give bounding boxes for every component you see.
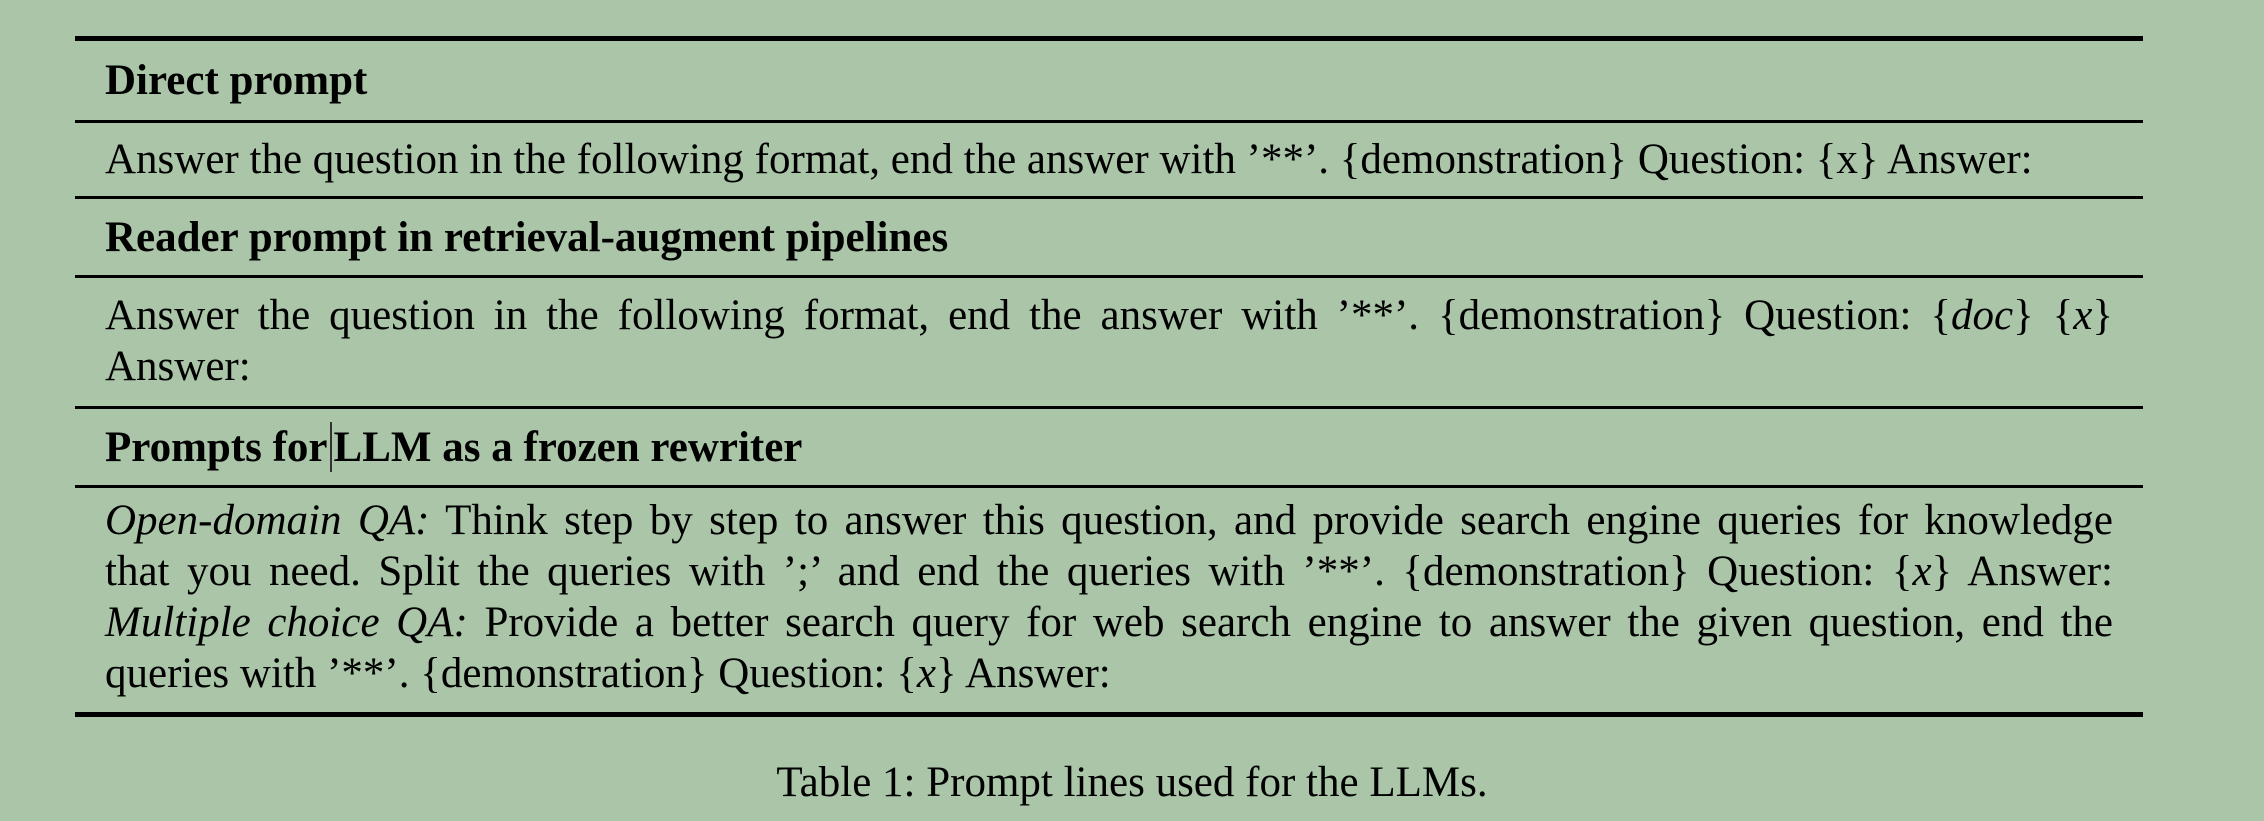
odqa-line1-text: Think step by step to answer this questi…: [445, 497, 2113, 544]
reader-prompt-line2: Answer:: [105, 343, 251, 390]
direct-prompt-text: Answer the question in the following for…: [105, 136, 2033, 183]
odqa-line1: Open-domain QA: Think step by step to an…: [105, 495, 2113, 546]
mcqa-line2: queries with ’**’. {demonstration} Quest…: [105, 648, 2113, 699]
mcqa-line2-prefix: queries with ’**’. {demonstration} Quest…: [105, 650, 917, 697]
mcqa-line1-text: Provide a better search query for web se…: [484, 599, 2113, 646]
doc-variable: doc: [1950, 292, 2014, 339]
reader-line1-prefix: Answer the question in the following for…: [105, 292, 1951, 339]
odqa-line2-suffix: } Answer:: [1931, 548, 2113, 595]
section-body-direct: Answer the question in the following for…: [75, 120, 2143, 196]
table-caption: Table 1: Prompt lines used for the LLMs.: [776, 759, 1488, 806]
heading-text: Direct prompt: [105, 57, 368, 104]
odqa-label: Open-domain QA:: [105, 497, 430, 544]
reader-line1-suffix: }: [2092, 292, 2114, 339]
heading-text-part2: LLM as a frozen rewriter: [333, 423, 803, 471]
heading-text: Reader prompt in retrieval-augment pipel…: [105, 213, 949, 261]
x-variable: x: [916, 650, 936, 697]
mcqa-line1: Multiple choice QA: Provide a better sea…: [105, 597, 2113, 648]
odqa-line2-prefix: that you need. Split the queries with ’;…: [105, 548, 1913, 595]
mcqa-line2-suffix: } Answer:: [936, 650, 1111, 697]
section-heading-direct: Direct prompt: [75, 41, 2143, 120]
section-heading-rewriter: Prompts for LLM as a frozen rewriter: [75, 406, 2143, 485]
mcqa-label: Multiple choice QA:: [105, 599, 468, 646]
x-variable: x: [2073, 292, 2093, 339]
section-body-reader: Answer the question in the following for…: [75, 275, 2143, 406]
section-heading-reader: Reader prompt in retrieval-augment pipel…: [75, 196, 2143, 275]
text-cursor: [329, 422, 332, 472]
x-variable: x: [1912, 548, 1932, 595]
heading-text-part1: Prompts for: [105, 423, 328, 471]
reader-prompt-line1: Answer the question in the following for…: [105, 290, 2113, 341]
odqa-line2: that you need. Split the queries with ’;…: [105, 546, 2113, 597]
prompt-table: Direct prompt Answer the question in the…: [75, 36, 2143, 717]
section-body-rewriter: Open-domain QA: Think step by step to an…: [75, 485, 2143, 712]
reader-line1-mid: } {: [2013, 292, 2074, 339]
